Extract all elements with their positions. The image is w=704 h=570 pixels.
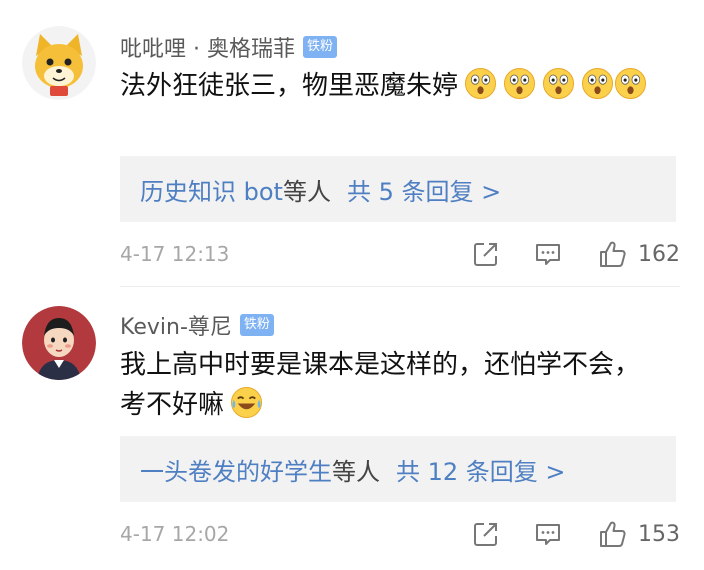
fan-badge: 铁粉 bbox=[239, 314, 274, 336]
comment-body: 我上高中时要是课本是这样的，还怕学不会，考不好嘛 bbox=[120, 350, 641, 420]
reply-users[interactable]: 历史知识 bot bbox=[140, 172, 283, 207]
username[interactable]: 吡吡哩 · 奥格瑞菲 bbox=[120, 31, 295, 63]
reply-users[interactable]: 一头卷发的好学生 bbox=[140, 452, 332, 487]
astonished-face-icon bbox=[542, 67, 575, 100]
thumbs-up-icon bbox=[600, 241, 626, 267]
reply-suffix: 等人 bbox=[332, 457, 380, 486]
like-button[interactable]: 153 bbox=[598, 519, 680, 549]
comment-item: 吡吡哩 · 奥格瑞菲 铁粉 法外狂徒张三，物里恶魔朱婷 历史知识 bot 等人共 … bbox=[0, 0, 704, 287]
astonished-face-icon bbox=[503, 67, 536, 100]
like-button[interactable]: 162 bbox=[598, 239, 680, 269]
reply-summary[interactable]: 一头卷发的好学生 等人共 12 条回复 > bbox=[120, 436, 676, 502]
comment-body: 法外狂徒张三，物里恶魔朱婷 bbox=[120, 71, 459, 101]
comment-icon[interactable] bbox=[534, 520, 562, 548]
timestamp: 4-17 12:02 bbox=[120, 522, 230, 546]
avatar[interactable] bbox=[22, 306, 96, 380]
comment-actions: 153 bbox=[472, 519, 680, 549]
thumbs-up-icon bbox=[600, 521, 626, 547]
emoji-group bbox=[458, 66, 647, 106]
comment-text: 法外狂徒张三，物里恶魔朱婷 bbox=[120, 66, 660, 106]
like-count: 153 bbox=[638, 521, 680, 547]
comment-actions: 162 bbox=[472, 239, 680, 269]
share-icon[interactable] bbox=[472, 240, 500, 268]
reply-suffix: 等人 bbox=[282, 177, 331, 206]
comment-meta: 4-17 12:13 162 bbox=[120, 237, 680, 271]
share-icon[interactable] bbox=[472, 520, 500, 548]
comment-text: 我上高中时要是课本是这样的，还怕学不会，考不好嘛 bbox=[120, 345, 660, 425]
username[interactable]: Kevin-尊尼 bbox=[120, 309, 232, 341]
comment-meta: 4-17 12:02 153 bbox=[120, 517, 680, 551]
astonished-face-icon bbox=[614, 67, 647, 100]
view-replies-link[interactable]: 共 12 条回复 > bbox=[396, 452, 566, 487]
fan-badge: 铁粉 bbox=[302, 36, 337, 58]
reply-summary[interactable]: 历史知识 bot 等人共 5 条回复 > bbox=[120, 156, 676, 222]
astonished-face-icon bbox=[581, 67, 614, 100]
astonished-face-icon bbox=[464, 67, 497, 100]
like-count: 162 bbox=[638, 241, 680, 267]
view-replies-link[interactable]: 共 5 条回复 > bbox=[347, 172, 501, 207]
comment-item: Kevin-尊尼 铁粉 我上高中时要是课本是这样的，还怕学不会，考不好嘛 一头卷… bbox=[0, 287, 704, 570]
avatar[interactable] bbox=[22, 26, 96, 100]
comment-icon[interactable] bbox=[534, 240, 562, 268]
laughing-crying-face-icon bbox=[230, 386, 263, 419]
timestamp: 4-17 12:13 bbox=[120, 242, 230, 266]
